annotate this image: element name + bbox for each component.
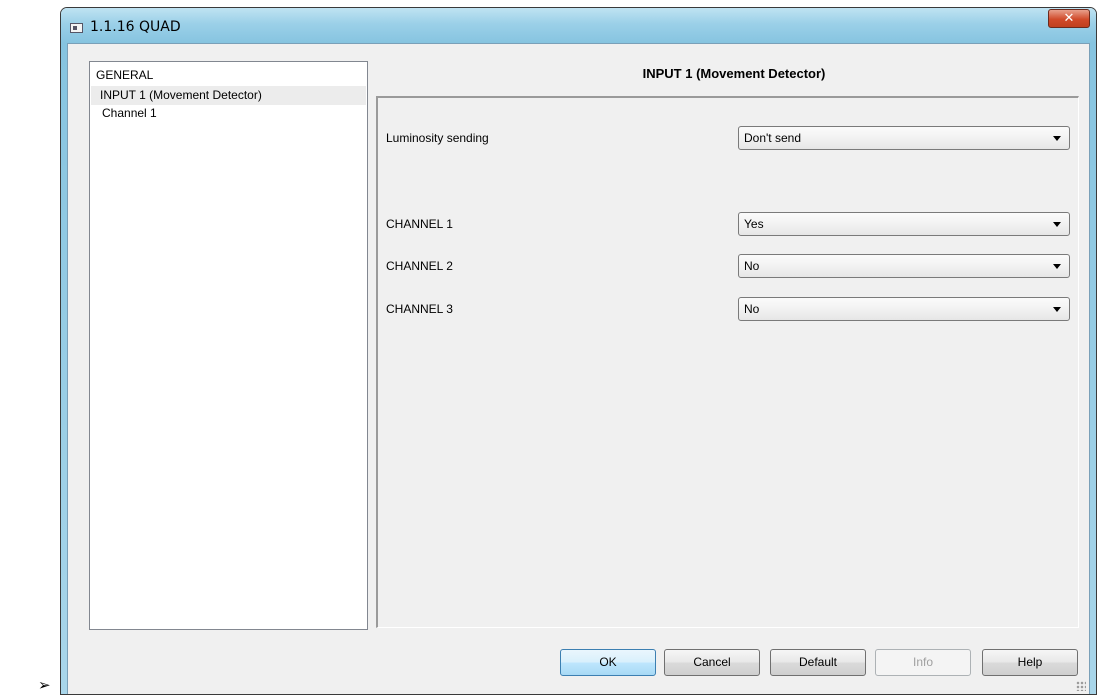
channel-3-value: No (744, 302, 760, 316)
channel-1-label: CHANNEL 1 (386, 217, 453, 231)
luminosity-sending-select[interactable]: Don't send (738, 126, 1070, 150)
channel-3-label: CHANNEL 3 (386, 302, 453, 316)
chevron-down-icon (1053, 307, 1061, 312)
close-button[interactable]: ✕ (1048, 9, 1090, 28)
close-icon: ✕ (1063, 11, 1075, 26)
dialog-window: 1.1.16 QUAD ✕ GENERAL INPUT 1 (Movement … (60, 7, 1097, 695)
dialog-client-area: GENERAL INPUT 1 (Movement Detector) Chan… (67, 43, 1090, 694)
channel-3-select[interactable]: No (738, 297, 1070, 321)
cancel-button[interactable]: Cancel (664, 649, 760, 676)
help-button[interactable]: Help (982, 649, 1078, 676)
tree-item-general[interactable]: GENERAL (96, 68, 153, 82)
luminosity-sending-label: Luminosity sending (386, 131, 489, 145)
channel-2-value: No (744, 259, 760, 273)
channel-2-label: CHANNEL 2 (386, 259, 453, 273)
tree-item-input-1[interactable]: INPUT 1 (Movement Detector) (91, 86, 366, 105)
window-app-icon (70, 23, 83, 33)
default-button[interactable]: Default (770, 649, 866, 676)
tree-item-channel-1[interactable]: Channel 1 (102, 106, 157, 120)
chevron-down-icon (1053, 222, 1061, 227)
bullet-arrow-icon: ➢ (38, 676, 51, 694)
channel-1-value: Yes (744, 217, 764, 231)
ok-button[interactable]: OK (560, 649, 656, 676)
window-title: 1.1.16 QUAD (90, 19, 181, 35)
chevron-down-icon (1053, 264, 1061, 269)
chevron-down-icon (1053, 136, 1061, 141)
window-frame-right (1090, 43, 1096, 694)
panel-title: INPUT 1 (Movement Detector) (642, 66, 826, 81)
title-bar[interactable]: 1.1.16 QUAD ✕ (61, 8, 1096, 43)
parameter-panel (376, 96, 1079, 628)
info-button[interactable]: Info (875, 649, 971, 676)
channel-2-select[interactable]: No (738, 254, 1070, 278)
parameter-tree: GENERAL INPUT 1 (Movement Detector) Chan… (89, 61, 368, 630)
resize-grip-icon[interactable] (1076, 681, 1086, 691)
channel-1-select[interactable]: Yes (738, 212, 1070, 236)
luminosity-sending-value: Don't send (744, 131, 801, 145)
